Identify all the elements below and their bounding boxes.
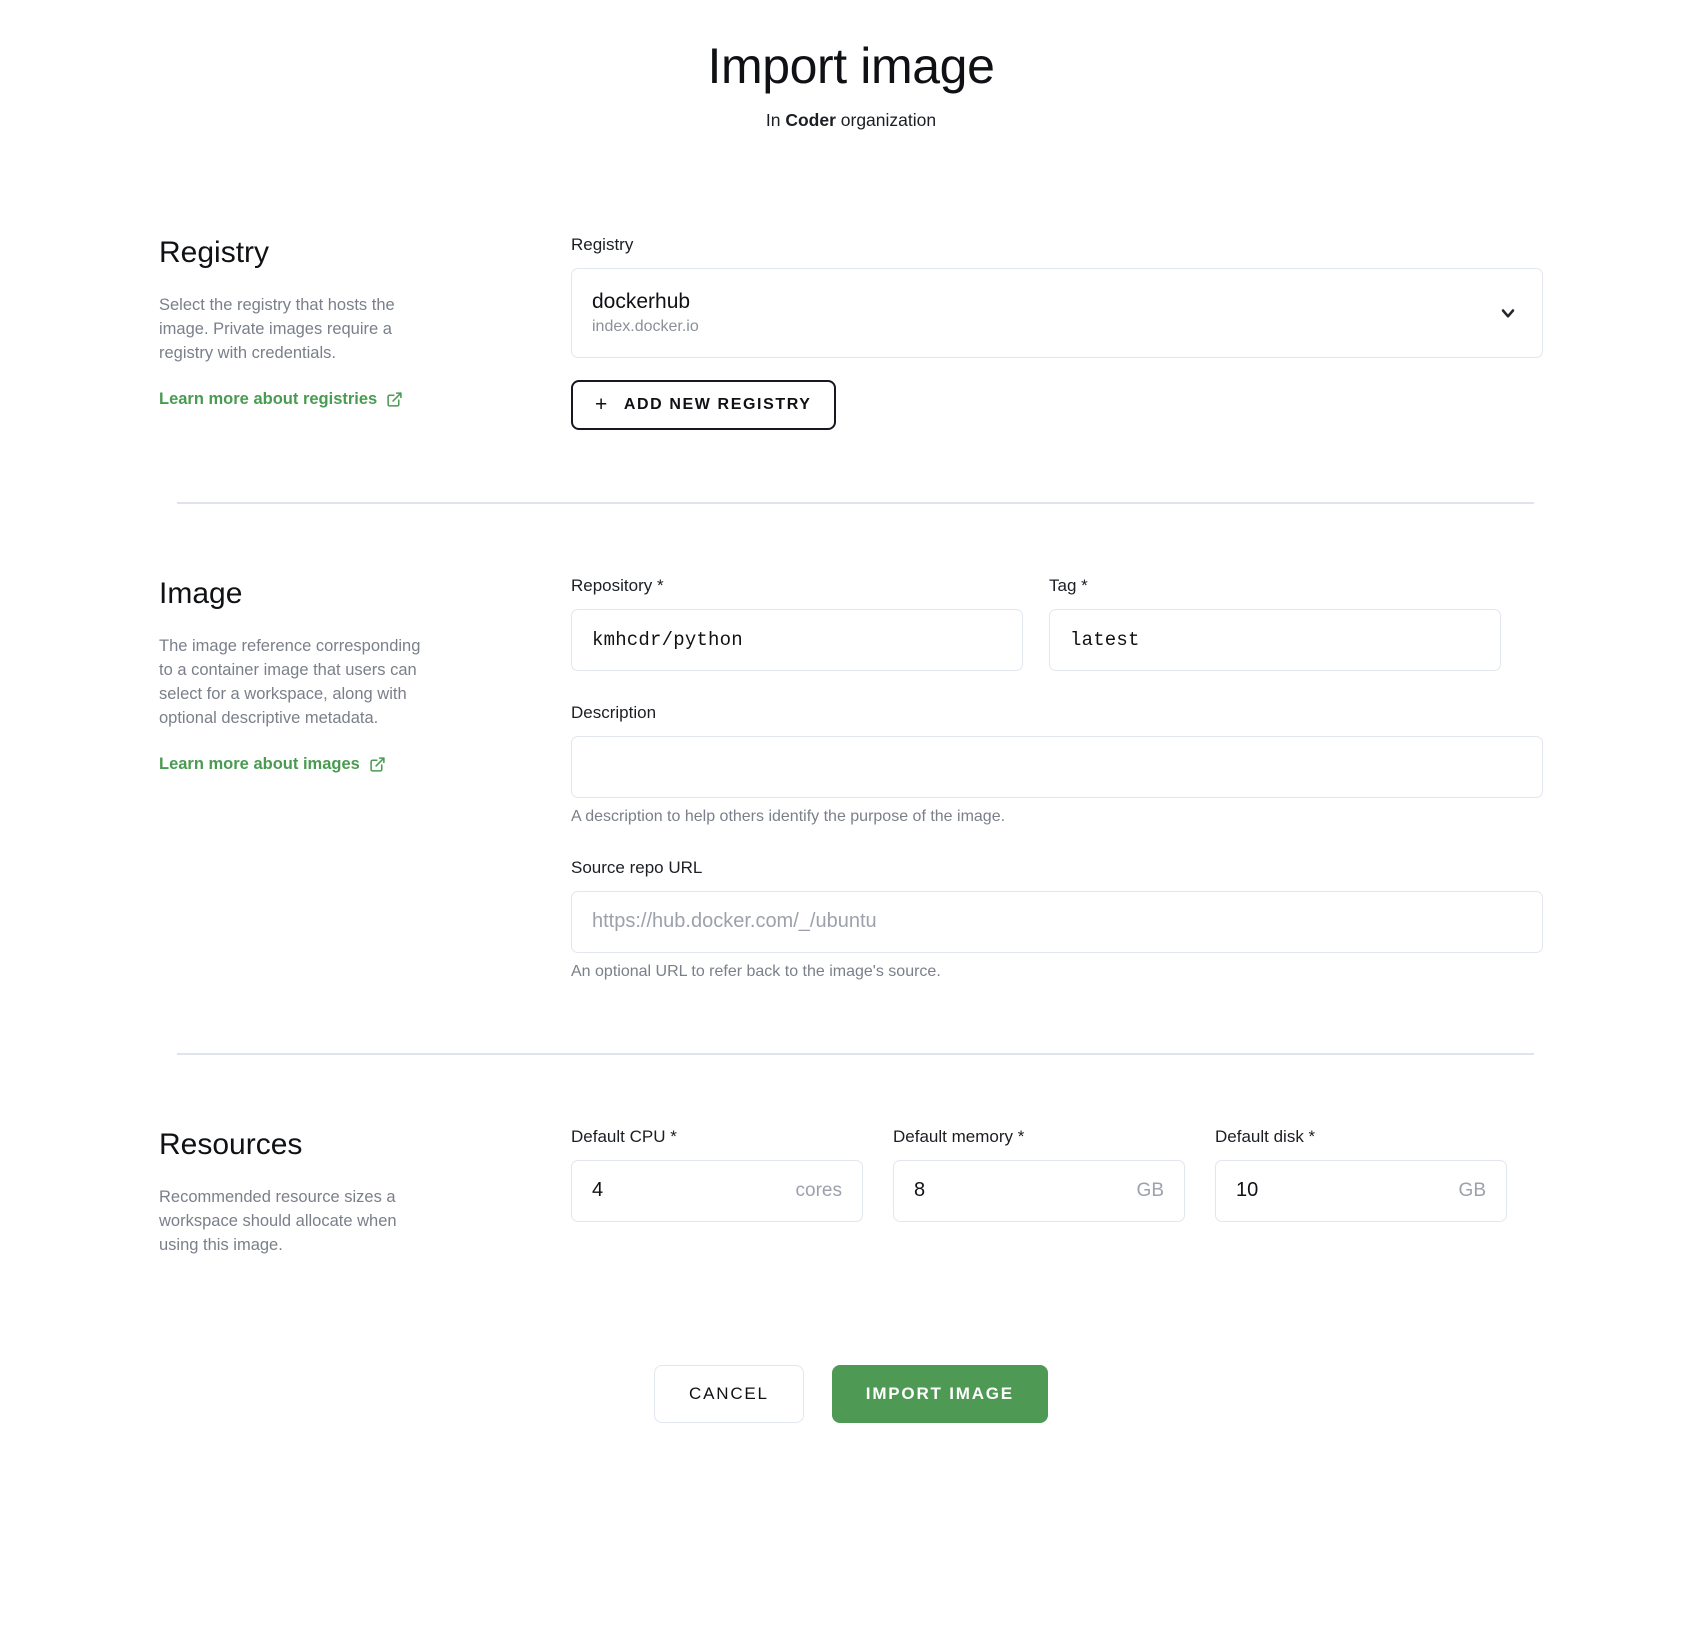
- subtitle-organization: Coder: [785, 109, 836, 130]
- default-disk-value: 10: [1236, 1179, 1259, 1201]
- tag-value: latest: [1070, 628, 1140, 651]
- default-disk-label: Default disk *: [1215, 1126, 1316, 1146]
- page-subtitle: In Coder organization: [0, 110, 1702, 131]
- source-repo-url-helper-text: An optional URL to refer back to the ima…: [571, 962, 941, 980]
- subtitle-suffix: organization: [835, 109, 937, 130]
- description-field: Description A description to help others…: [571, 703, 1543, 826]
- learn-more-registries-label: Learn more about registries: [159, 389, 378, 408]
- registry-section-heading: Registry: [159, 235, 270, 269]
- description-label: Description: [571, 702, 657, 722]
- source-repo-url-field: Source repo URL https://hub.docker.com/_…: [571, 858, 1543, 981]
- default-memory-field: Default memory * 8 GB: [893, 1127, 1185, 1222]
- resources-row: Default CPU * 4 cores Default memory * 8…: [571, 1127, 1543, 1222]
- cancel-button[interactable]: CANCEL: [654, 1364, 804, 1423]
- registry-select-primary: dockerhub: [592, 289, 691, 313]
- image-section-fields: Repository * kmhcdr/python Tag * latest …: [571, 576, 1543, 981]
- add-new-registry-button[interactable]: + ADD NEW REGISTRY: [571, 379, 836, 430]
- default-cpu-unit: cores: [795, 1179, 842, 1201]
- resources-section: Resources Recommended resource sizes a w…: [159, 1127, 1543, 1257]
- resources-section-heading: Resources: [159, 1127, 303, 1161]
- chevron-down-icon[interactable]: [1498, 303, 1518, 323]
- repository-input[interactable]: kmhcdr/python: [571, 608, 1023, 671]
- learn-more-images-label: Learn more about images: [159, 754, 360, 773]
- image-section: Image The image reference corresponding …: [159, 576, 1543, 981]
- registry-section-fields: Registry dockerhub index.docker.io + ADD…: [571, 235, 1543, 430]
- section-divider-2: [177, 1052, 1534, 1055]
- default-disk-input[interactable]: 10 GB: [1215, 1159, 1507, 1222]
- image-section-heading: Image: [159, 576, 243, 610]
- default-memory-label: Default memory *: [893, 1126, 1025, 1146]
- description-input[interactable]: [571, 735, 1543, 798]
- registry-select[interactable]: dockerhub index.docker.io: [571, 267, 1543, 358]
- learn-more-registries-link[interactable]: Learn more about registries: [159, 390, 403, 409]
- resources-section-fields: Default CPU * 4 cores Default memory * 8…: [571, 1127, 1543, 1222]
- registry-select-secondary: index.docker.io: [592, 318, 699, 335]
- page-title: Import image: [707, 38, 995, 94]
- import-image-page: Import image In Coder organization Regis…: [0, 0, 1702, 1635]
- registry-section-info: Registry Select the registry that hosts …: [159, 235, 571, 409]
- default-memory-input[interactable]: 8 GB: [893, 1159, 1185, 1222]
- repository-value: kmhcdr/python: [592, 628, 743, 651]
- image-section-description: The image reference corresponding to a c…: [159, 636, 421, 727]
- import-image-form: Registry Select the registry that hosts …: [159, 131, 1543, 1479]
- default-cpu-value: 4: [592, 1179, 604, 1201]
- source-repo-url-input[interactable]: https://hub.docker.com/_/ubuntu: [571, 890, 1543, 953]
- default-memory-value: 8: [914, 1179, 926, 1201]
- repository-tag-row: Repository * kmhcdr/python Tag * latest: [571, 576, 1543, 671]
- page-header: Import image In Coder organization: [0, 0, 1702, 131]
- subtitle-prefix: In: [765, 109, 786, 130]
- plus-icon: +: [595, 393, 609, 416]
- source-repo-url-placeholder: https://hub.docker.com/_/ubuntu: [592, 910, 877, 932]
- external-link-icon: [369, 756, 386, 773]
- description-helper-text: A description to help others identify th…: [571, 807, 1006, 825]
- registry-section: Registry Select the registry that hosts …: [159, 235, 1543, 430]
- default-memory-unit: GB: [1136, 1179, 1164, 1201]
- default-disk-field: Default disk * 10 GB: [1215, 1127, 1507, 1222]
- tag-input[interactable]: latest: [1049, 608, 1501, 671]
- resources-section-description: Recommended resource sizes a workspace s…: [159, 1187, 397, 1254]
- import-image-button[interactable]: IMPORT IMAGE: [831, 1364, 1048, 1423]
- add-new-registry-label: ADD NEW REGISTRY: [623, 395, 812, 413]
- registry-select-value: dockerhub index.docker.io: [592, 289, 699, 336]
- source-repo-url-label: Source repo URL: [571, 857, 703, 877]
- default-cpu-input[interactable]: 4 cores: [571, 1159, 863, 1222]
- default-disk-unit: GB: [1458, 1179, 1486, 1201]
- image-section-info: Image The image reference corresponding …: [159, 576, 571, 774]
- learn-more-images-link[interactable]: Learn more about images: [159, 755, 386, 774]
- tag-label: Tag *: [1049, 575, 1088, 595]
- form-actions: CANCEL IMPORT IMAGE: [159, 1364, 1543, 1479]
- resources-section-info: Resources Recommended resource sizes a w…: [159, 1127, 571, 1257]
- default-cpu-label: Default CPU *: [571, 1126, 677, 1146]
- repository-label: Repository *: [571, 575, 664, 595]
- registry-section-description: Select the registry that hosts the image…: [159, 295, 395, 362]
- external-link-icon: [386, 391, 403, 408]
- repository-field: Repository * kmhcdr/python: [571, 576, 1023, 671]
- registry-field-label: Registry: [571, 234, 634, 254]
- section-divider-1: [177, 501, 1534, 504]
- tag-field: Tag * latest: [1049, 576, 1501, 671]
- default-cpu-field: Default CPU * 4 cores: [571, 1127, 863, 1222]
